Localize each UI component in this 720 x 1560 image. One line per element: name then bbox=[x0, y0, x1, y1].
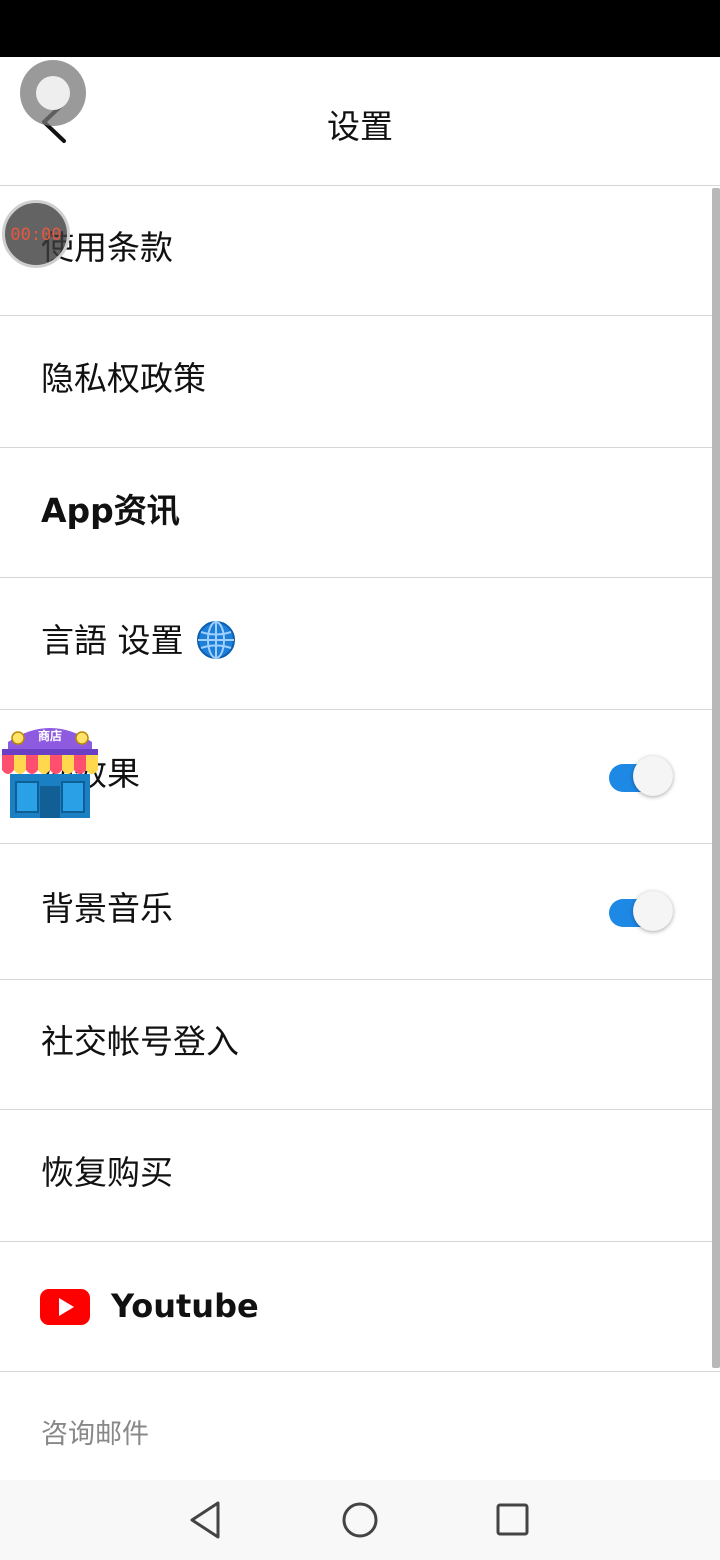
settings-list: 使用条款 隐私权政策 App资讯 言語 设置 动效果 背景音乐 bbox=[0, 186, 720, 1372]
page-title: 设置 bbox=[327, 107, 393, 146]
assistive-button-dot bbox=[36, 76, 70, 110]
row-label: App资讯 bbox=[41, 491, 180, 530]
social-login-row[interactable]: 社交帐号登入 bbox=[0, 980, 720, 1110]
shop-label: 商店 bbox=[37, 729, 62, 743]
screen-record-badge[interactable]: 00:00 bbox=[2, 200, 70, 268]
background-music-row[interactable]: 背景音乐 bbox=[0, 844, 720, 980]
shop-icon[interactable]: 商店 bbox=[0, 716, 100, 820]
circle-home-icon bbox=[342, 1502, 378, 1538]
floating-assistive-button[interactable] bbox=[20, 60, 86, 126]
scrollbar[interactable] bbox=[712, 188, 720, 1368]
system-nav-bar bbox=[0, 1480, 720, 1560]
status-bar bbox=[0, 0, 720, 57]
row-label: 恢复购买 bbox=[41, 1153, 173, 1192]
row-label: 隐私权政策 bbox=[41, 359, 206, 398]
record-timer: 00:00 bbox=[10, 225, 62, 245]
restore-purchase-row[interactable]: 恢复购买 bbox=[0, 1110, 720, 1242]
triangle-back-icon bbox=[190, 1501, 220, 1539]
animation-effect-row[interactable]: 动效果 bbox=[0, 710, 720, 844]
youtube-row[interactable]: Youtube bbox=[0, 1242, 720, 1372]
nav-recents-button[interactable] bbox=[490, 1498, 534, 1542]
background-music-toggle[interactable] bbox=[609, 890, 675, 934]
square-recents-icon bbox=[496, 1503, 529, 1536]
row-label-wrap: 言語 设置 bbox=[41, 620, 236, 661]
privacy-policy-row[interactable]: 隐私权政策 bbox=[0, 316, 720, 448]
language-settings-row[interactable]: 言語 设置 bbox=[0, 578, 720, 710]
inquiry-email-label[interactable]: 咨询邮件 bbox=[41, 1418, 149, 1452]
toggle-knob bbox=[633, 891, 673, 931]
globe-icon bbox=[196, 620, 235, 659]
row-label: 社交帐号登入 bbox=[41, 1022, 239, 1061]
row-label: 言語 设置 bbox=[41, 621, 184, 660]
header: 设置 bbox=[0, 57, 720, 186]
terms-of-use-row[interactable]: 使用条款 bbox=[0, 186, 720, 316]
toggle-knob bbox=[633, 756, 673, 796]
app-info-row[interactable]: App资讯 bbox=[0, 448, 720, 578]
nav-back-button[interactable] bbox=[184, 1498, 228, 1542]
youtube-icon bbox=[40, 1289, 90, 1325]
row-label: 背景音乐 bbox=[41, 889, 173, 928]
row-label: Youtube bbox=[111, 1287, 259, 1325]
animation-effect-toggle[interactable] bbox=[609, 755, 675, 799]
nav-home-button[interactable] bbox=[338, 1498, 382, 1542]
